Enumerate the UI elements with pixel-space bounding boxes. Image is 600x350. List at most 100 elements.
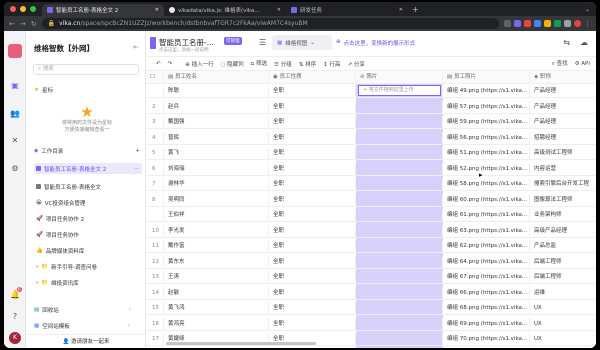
address-bar[interactable]: 🔒 vika.cn/space/spcBcZN1UZZJz/workbench/… <box>41 18 499 29</box>
photo-cell[interactable] <box>356 209 443 222</box>
photo-cell[interactable] <box>356 178 443 191</box>
extension-icon[interactable] <box>554 20 561 27</box>
title-cell[interactable]: UX <box>530 302 596 315</box>
column-header[interactable]: ⊘ 照片 <box>356 71 443 84</box>
type-cell[interactable]: 全职 <box>269 100 356 114</box>
title-cell[interactable]: 产品经理 <box>530 116 596 129</box>
photo-cell[interactable] <box>356 100 443 114</box>
chevron-down-icon[interactable]: ⌄ <box>310 40 315 46</box>
photo-cell[interactable] <box>356 271 443 284</box>
table-row[interactable]: 10 李光发 全职 编组 63.png (https://s1.vika... 高级产品… <box>146 224 596 238</box>
more-icon[interactable]: ⋮ <box>584 20 591 28</box>
tree-node[interactable]: 🚀 项目任务协作 <box>34 229 142 240</box>
table-row[interactable]: 16 黄鸿亮 全职 编组 69.png (https://s1.vika... UX <box>146 317 596 331</box>
name-cell[interactable]: 赵敏 <box>164 286 269 300</box>
row-number[interactable]: 12 <box>146 255 164 269</box>
name-cell[interactable]: 刘海瑞 <box>164 162 269 176</box>
table-row[interactable]: 6 刘海瑞 全职 编组 52.png (https://s1.vika... 内容运营 <box>146 162 596 176</box>
type-cell[interactable]: 全职 <box>269 302 356 315</box>
table-row[interactable]: 7 谢林华 全职 编组 58.png (https://s1.vika... 搜索引擎后… <box>146 178 596 191</box>
pic-cell[interactable]: 编组 70.png (https://s1.vika... <box>443 333 530 346</box>
type-cell[interactable]: 全职 <box>269 162 356 176</box>
photo-cell[interactable] <box>356 317 443 331</box>
title-cell[interactable]: 图像算法工程师 <box>530 194 596 207</box>
type-cell[interactable]: 全职 <box>269 224 356 238</box>
browser-tab-3[interactable]: 研发任务 ✕ <box>286 4 408 16</box>
row-number[interactable]: 5 <box>146 147 164 160</box>
table-row[interactable]: 15 黄飞鸿 全职 编组 68.png (https://s1.vika... UX <box>146 302 596 315</box>
redo-icon[interactable]: ↷ <box>168 61 173 67</box>
help-icon[interactable]: ? <box>10 312 20 322</box>
sort-button[interactable]: ⇅ 排序 <box>299 60 316 68</box>
chevron-right-icon[interactable]: › <box>36 280 38 286</box>
share-link-icon[interactable]: ⇆ <box>563 38 570 47</box>
undo-icon[interactable]: ↶ <box>156 61 161 67</box>
title-cell[interactable]: 业务架构师 <box>530 209 596 222</box>
type-cell[interactable]: 全职 <box>269 85 356 98</box>
pic-cell[interactable]: 编组 52.png (https://s1.vika... <box>443 162 530 176</box>
close-icon[interactable]: ✕ <box>399 7 403 13</box>
title-cell[interactable]: 内容运营 <box>530 163 596 176</box>
space-templates[interactable]: ▦ 空间站模板 › <box>34 322 130 330</box>
photo-cell[interactable] <box>356 255 443 269</box>
row-number[interactable]: 10 <box>146 224 164 238</box>
add-view-button[interactable]: ⊕ 点击这里，变换新的展示形式 <box>336 39 415 47</box>
type-cell[interactable]: 全职 <box>269 271 356 284</box>
group-button[interactable]: ☰ 分组 <box>274 60 292 68</box>
browser-tab-1[interactable]: 智能员工名册-表格全文 2 ✕ <box>42 4 164 16</box>
name-cell[interactable]: 黄飞鸿 <box>164 302 269 315</box>
menu-icon[interactable]: ☰ <box>259 38 266 47</box>
reload-icon[interactable]: ↻ <box>31 20 37 28</box>
tools-icon[interactable]: ✕ <box>10 136 20 146</box>
profile-icon[interactable] <box>574 20 581 27</box>
name-cell[interactable]: 曾辉 <box>164 131 269 145</box>
photo-cell[interactable] <box>356 193 443 207</box>
type-cell[interactable]: 全职 <box>269 240 356 253</box>
tab-search-icon[interactable]: ⌄ <box>585 6 596 16</box>
title-cell[interactable]: 搜索引擎后台开发工程 <box>530 178 596 191</box>
title-cell[interactable]: 产品总监 <box>530 240 596 253</box>
close-icon[interactable]: ✕ <box>155 7 159 13</box>
star-section[interactable]: ★ 星标 <box>34 86 53 94</box>
close-window-button[interactable] <box>10 6 16 12</box>
name-cell[interactable]: 黄飞 <box>164 147 269 160</box>
row-number[interactable]: 4 <box>146 131 164 145</box>
column-header[interactable]: ◉ 员工性质 <box>269 71 356 84</box>
title-cell[interactable]: 高级测试工程师 <box>530 147 596 160</box>
tree-node[interactable]: 智能员工名册-表格全文 <box>34 181 142 192</box>
photo-cell[interactable] <box>356 224 443 238</box>
row-number[interactable]: 17 <box>146 333 164 346</box>
pic-cell[interactable]: 编组 63.png (https://s1.vika... <box>443 224 530 238</box>
name-cell[interactable]: 谢林华 <box>164 178 269 191</box>
pic-cell[interactable]: 编组 67.png (https://s1.vika... <box>443 271 530 284</box>
tree-node[interactable]: › 📁 新手引导-调查问卷 <box>34 261 142 272</box>
search-input[interactable]: ⌕ 搜索 <box>33 64 139 75</box>
row-number[interactable]: 6 <box>146 162 164 176</box>
name-cell[interactable]: 戴国强 <box>164 116 269 129</box>
recycle-bin[interactable]: ▤ 回收站 › <box>34 306 131 314</box>
tree-node[interactable]: 智能员工名册-表格全文 2 ⋯ <box>34 163 142 174</box>
table-row[interactable]: 2 赵兵 全职 编组 57.png (https://s1.vika... 产品经理 <box>146 100 596 114</box>
photo-cell[interactable] <box>356 240 443 253</box>
type-cell[interactable]: 全职 <box>269 178 356 191</box>
row-number[interactable]: 2 <box>146 100 164 114</box>
column-header[interactable]: ▤ 员工姓名 <box>164 71 269 84</box>
chevron-right-icon[interactable]: › <box>36 264 38 270</box>
pic-cell[interactable]: 编组 68.png (https://s1.vika... <box>443 302 530 315</box>
workdir-section[interactable]: ◆ 工作目录 + <box>34 147 140 155</box>
name-cell[interactable]: 李光发 <box>164 224 269 238</box>
table-row[interactable]: 14 赵敏 全职 编组 66.png (https://s1.vika... 运维 <box>146 286 596 300</box>
extension-icon[interactable] <box>514 20 521 27</box>
name-cell[interactable]: 戴作富 <box>164 240 269 253</box>
row-number[interactable]: 13 <box>146 271 164 284</box>
pic-cell[interactable]: 编组 69.png (https://s1.vika... <box>443 317 530 331</box>
type-cell[interactable]: 全职 <box>269 131 356 145</box>
name-cell[interactable]: 陈聪 <box>164 85 269 98</box>
space-title[interactable]: 维格智数【外网】 <box>34 43 94 54</box>
name-cell[interactable]: 王涛 <box>164 271 269 284</box>
title-cell[interactable]: 产品经理 <box>530 85 596 98</box>
type-cell[interactable]: 全职 <box>269 255 356 269</box>
invite-button[interactable]: 👤 邀请朋友一起来 <box>26 334 146 348</box>
pic-cell[interactable]: 编组 66.png (https://s1.vika... <box>443 286 530 300</box>
title-cell[interactable]: 高级产品经理 <box>530 225 596 238</box>
